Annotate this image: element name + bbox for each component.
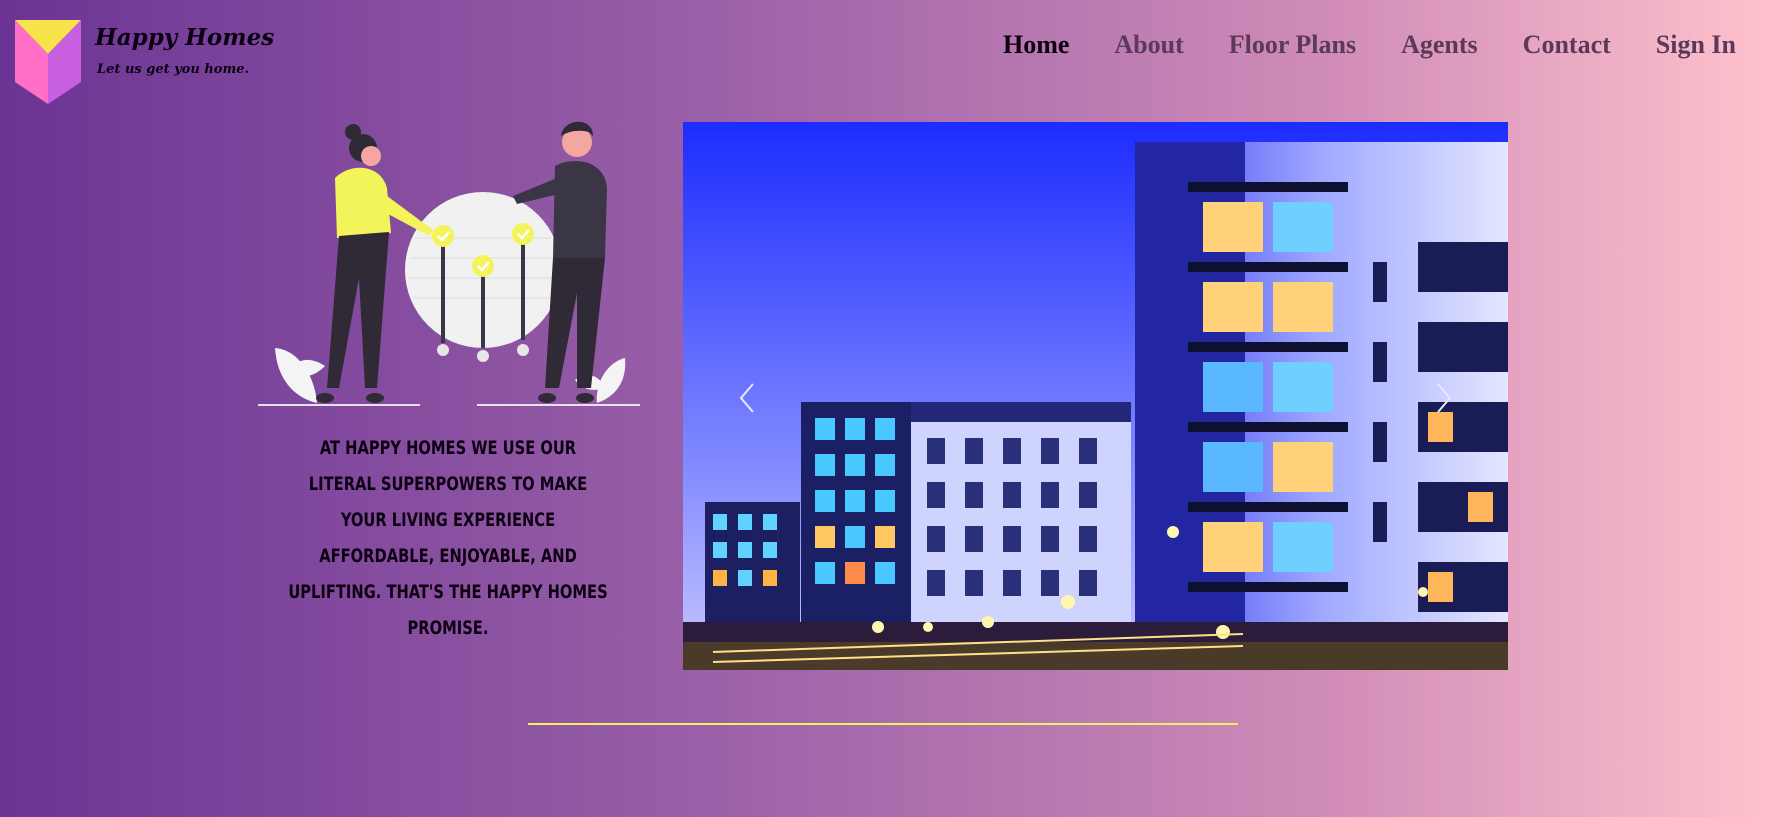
chevron-right-icon[interactable] [1432,380,1456,416]
apartment-building-photo [683,122,1508,670]
chevron-left-icon[interactable] [735,380,759,416]
nav-about[interactable]: About [1114,30,1183,60]
main-nav: Home About Floor Plans Agents Contact Si… [1003,30,1736,60]
nav-contact[interactable]: Contact [1523,30,1611,60]
promise-text: At Happy Homes we use our literal superp… [288,437,608,639]
hero-carousel[interactable] [683,122,1508,670]
team-illustration [258,121,640,406]
nav-sign-in[interactable]: Sign In [1656,30,1736,60]
brand-title[interactable]: Happy Homes [95,24,274,51]
section-divider [528,723,1238,725]
nav-agents[interactable]: Agents [1401,30,1478,60]
brand-tagline: Let us get you home. [97,62,250,77]
nav-floor-plans[interactable]: Floor Plans [1229,30,1356,60]
house-logo-icon[interactable] [15,20,81,104]
nav-home[interactable]: Home [1003,30,1069,60]
